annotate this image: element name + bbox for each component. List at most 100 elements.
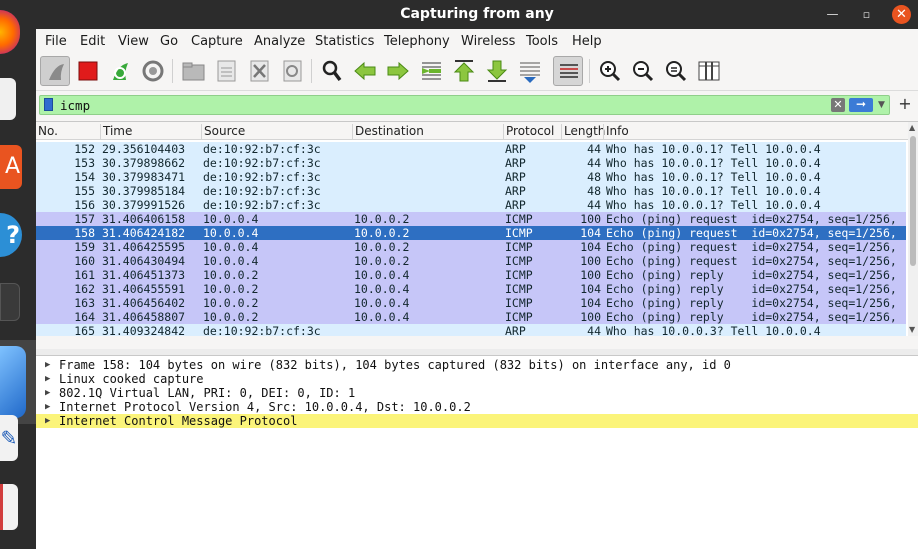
packet-length: 44 xyxy=(587,142,601,156)
detail-tree-row[interactable]: ▶ Internet Control Message Protocol xyxy=(36,414,918,428)
menu-tools[interactable]: Tools xyxy=(526,34,558,49)
display-filter-input[interactable] xyxy=(60,97,820,113)
packet-info: Echo (ping) request id=0x2754, seq=1/256… xyxy=(606,254,897,268)
go-forward-icon[interactable] xyxy=(383,56,413,86)
packet-row[interactable]: 154 30.379983471 de:10:92:b7:cf:3c ARP 48 Who… xyxy=(36,170,906,184)
menu-bar: File Edit View Go Capture Analyze Statis… xyxy=(36,30,918,52)
bookmark-icon[interactable] xyxy=(44,98,53,111)
packet-row[interactable]: 163 31.406456402 10.0.0.2 10.0.0.4 ICMP 104 Ec… xyxy=(36,296,906,310)
clear-filter-icon[interactable]: ✕ xyxy=(831,98,845,112)
expand-arrow-icon[interactable]: ▶ xyxy=(45,358,50,372)
capture-options-icon[interactable] xyxy=(138,56,168,86)
expand-arrow-icon[interactable]: ▶ xyxy=(45,400,50,414)
document-viewer-icon[interactable] xyxy=(0,484,18,530)
packet-row[interactable]: 159 31.406425595 10.0.0.4 10.0.0.2 ICMP 104 Ec… xyxy=(36,240,906,254)
add-filter-button-icon[interactable]: + xyxy=(897,94,913,114)
packet-row[interactable]: 153 30.379898662 de:10:92:b7:cf:3c ARP 44 Who… xyxy=(36,156,906,170)
minimize-icon[interactable]: — xyxy=(823,5,842,24)
normal-size-icon[interactable] xyxy=(661,56,691,86)
filter-history-dropdown-icon[interactable]: ▼ xyxy=(878,97,888,113)
column-info[interactable]: Info xyxy=(603,124,908,139)
open-file-icon[interactable] xyxy=(178,56,208,86)
help-icon[interactable]: ? xyxy=(0,213,22,257)
colorize-icon[interactable] xyxy=(553,56,583,86)
menu-telephony[interactable]: Telephony xyxy=(384,34,450,49)
packet-time: 31.406406158 xyxy=(102,212,186,226)
shark-fin-start-icon[interactable] xyxy=(40,56,70,86)
packet-source: 10.0.0.4 xyxy=(203,212,259,226)
column-time[interactable]: Time xyxy=(100,124,201,139)
scroll-up-arrow-icon[interactable]: ▲ xyxy=(909,123,915,132)
expand-arrow-icon[interactable]: ▶ xyxy=(45,372,50,386)
stop-capture-icon[interactable] xyxy=(73,56,103,86)
packet-row[interactable]: 165 31.409324842 de:10:92:b7:cf:3c ARP 44 Who… xyxy=(36,324,906,336)
expand-arrow-icon[interactable]: ▶ xyxy=(45,414,50,428)
files-icon[interactable] xyxy=(0,78,16,120)
packet-source: 10.0.0.2 xyxy=(203,296,259,310)
menu-wireless[interactable]: Wireless xyxy=(461,34,515,49)
packet-row[interactable]: 157 31.406406158 10.0.0.4 10.0.0.2 ICMP 100 Ec… xyxy=(36,212,906,226)
main-toolbar xyxy=(36,53,918,91)
packet-row[interactable]: 156 30.379991526 de:10:92:b7:cf:3c ARP 44 Who… xyxy=(36,198,906,212)
resize-columns-icon[interactable] xyxy=(694,56,724,86)
menu-capture[interactable]: Capture xyxy=(191,34,243,49)
software-center-icon[interactable]: A xyxy=(0,145,22,189)
column-source[interactable]: Source xyxy=(201,124,352,139)
detail-tree-row[interactable]: ▶ Internet Protocol Version 4, Src: 10.0.… xyxy=(36,400,918,414)
detail-text: Linux cooked capture xyxy=(59,372,204,386)
menu-statistics[interactable]: Statistics xyxy=(315,34,374,49)
column-protocol[interactable]: Protocol xyxy=(503,124,561,139)
packet-time: 31.409324842 xyxy=(102,324,186,336)
packet-info: Who has 10.0.0.1? Tell 10.0.0.4 xyxy=(606,142,821,156)
go-back-icon[interactable] xyxy=(350,56,380,86)
packet-row[interactable]: 162 31.406455591 10.0.0.2 10.0.0.4 ICMP 104 Ec… xyxy=(36,282,906,296)
column-length[interactable]: Length xyxy=(561,124,605,139)
reload-file-icon[interactable] xyxy=(277,56,307,86)
maximize-icon[interactable]: ▫ xyxy=(857,5,876,24)
restart-capture-icon[interactable] xyxy=(105,56,135,86)
apply-filter-icon[interactable]: ➞ xyxy=(849,98,873,112)
scroll-down-arrow-icon[interactable]: ▼ xyxy=(909,325,915,334)
menu-edit[interactable]: Edit xyxy=(80,34,105,49)
packet-no: 164 xyxy=(74,310,95,324)
close-icon[interactable]: ✕ xyxy=(892,5,911,24)
detail-tree-row[interactable]: ▶ Linux cooked capture xyxy=(36,372,918,386)
display-filter-bar: ✕ ➞ ▼ + xyxy=(36,93,918,117)
packet-row[interactable]: 158 31.406424182 10.0.0.4 10.0.0.2 ICMP 104 Ec… xyxy=(36,226,906,240)
zoom-out-icon[interactable] xyxy=(628,56,658,86)
detail-tree-row[interactable]: ▶ 802.1Q Virtual LAN, PRI: 0, DEI: 0, ID:… xyxy=(36,386,918,400)
menu-file[interactable]: File xyxy=(45,34,67,49)
packet-row[interactable]: 164 31.406458807 10.0.0.2 10.0.0.4 ICMP 100 Ec… xyxy=(36,310,906,324)
wireshark-icon[interactable] xyxy=(0,346,26,418)
go-first-packet-icon[interactable] xyxy=(449,56,479,86)
text-editor-icon[interactable]: ✎ xyxy=(0,415,18,461)
packet-info: Echo (ping) request id=0x2754, seq=1/256… xyxy=(606,226,897,240)
menu-analyze[interactable]: Analyze xyxy=(254,34,305,49)
column-destination[interactable]: Destination xyxy=(352,124,503,139)
packet-row[interactable]: 152 29.356104403 de:10:92:b7:cf:3c ARP 44 Who… xyxy=(36,142,906,156)
packet-row[interactable]: 161 31.406451373 10.0.0.2 10.0.0.4 ICMP 100 Ec… xyxy=(36,268,906,282)
packet-length: 104 xyxy=(580,296,601,310)
go-last-packet-icon[interactable] xyxy=(482,56,512,86)
packet-row[interactable]: 155 30.379985184 de:10:92:b7:cf:3c ARP 48 Who… xyxy=(36,184,906,198)
packet-list-vertical-scrollbar[interactable]: ▲ ▼ xyxy=(908,122,918,336)
packet-no: 161 xyxy=(74,268,95,282)
close-file-icon[interactable] xyxy=(244,56,274,86)
menu-go[interactable]: Go xyxy=(160,34,178,49)
menu-view[interactable]: View xyxy=(118,34,149,49)
firefox-icon[interactable] xyxy=(0,10,20,54)
column-no[interactable]: No. xyxy=(36,124,100,139)
terminal-icon[interactable] xyxy=(0,283,20,321)
go-to-packet-icon[interactable] xyxy=(416,56,446,86)
zoom-in-icon[interactable] xyxy=(595,56,625,86)
autoscroll-icon[interactable] xyxy=(515,56,545,86)
menu-help[interactable]: Help xyxy=(572,34,602,49)
scrollbar-thumb[interactable] xyxy=(910,136,916,266)
find-packet-icon[interactable] xyxy=(317,56,347,86)
packet-destination: 10.0.0.4 xyxy=(354,282,410,296)
expand-arrow-icon[interactable]: ▶ xyxy=(45,386,50,400)
save-file-icon[interactable] xyxy=(211,56,241,86)
packet-row[interactable]: 160 31.406430494 10.0.0.4 10.0.0.2 ICMP 100 Ec… xyxy=(36,254,906,268)
detail-tree-row[interactable]: ▶ Frame 158: 104 bytes on wire (832 bits)… xyxy=(36,358,918,372)
window-title: Capturing from any xyxy=(400,6,554,22)
